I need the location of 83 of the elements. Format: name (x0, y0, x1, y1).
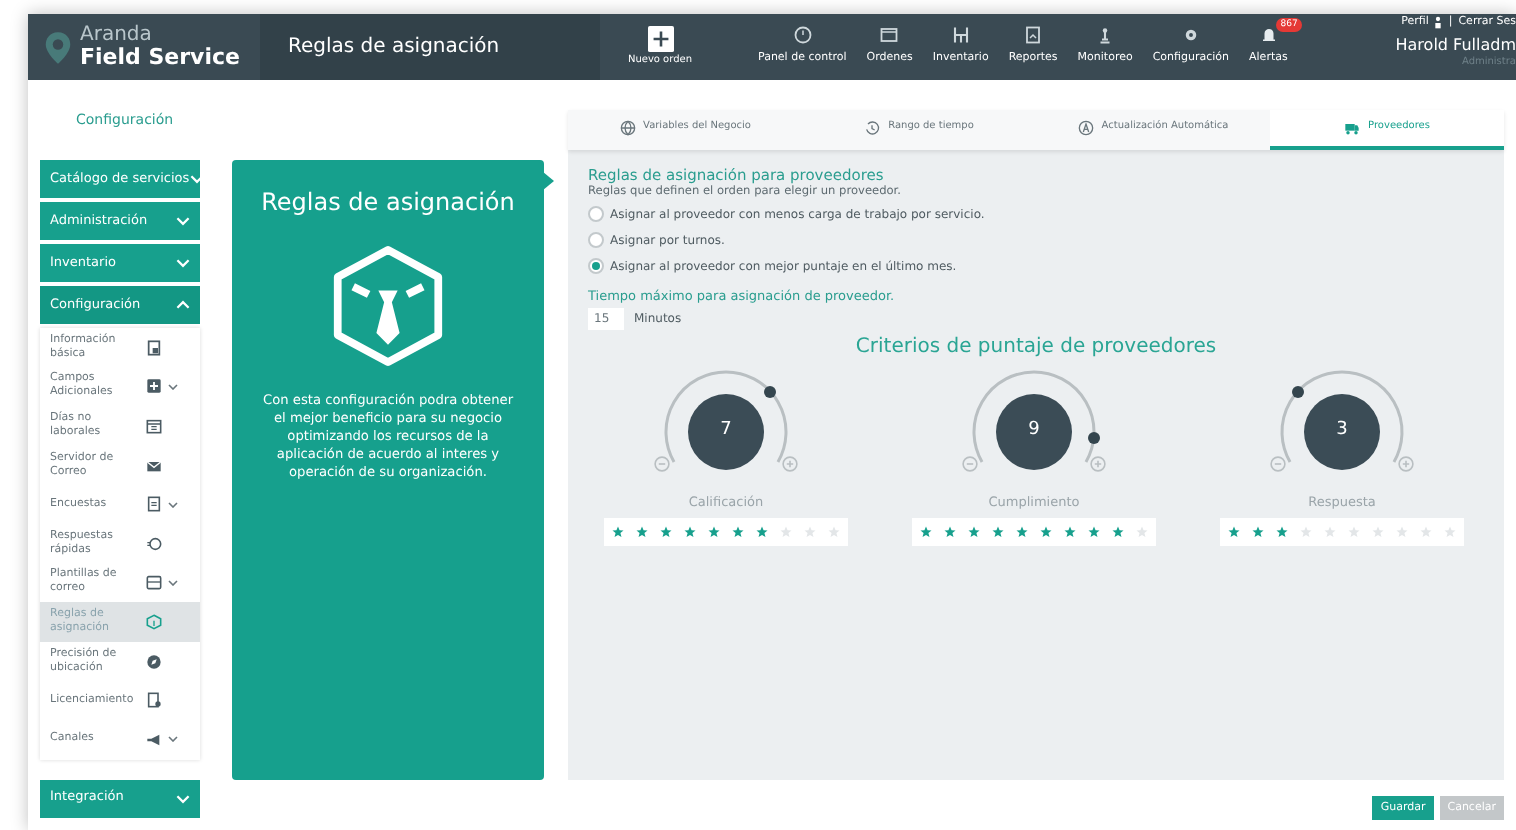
star-icon (1228, 525, 1240, 538)
star-icon (1396, 525, 1408, 538)
star-icon (1064, 525, 1076, 538)
criteria-title: Criterios de puntaje de proveedores (853, 334, 1219, 362)
dial-thumb[interactable] (764, 385, 777, 398)
license-icon (146, 692, 162, 709)
star-icon (780, 525, 792, 538)
expand-icon (189, 174, 204, 184)
star-icon (1040, 525, 1052, 538)
star-rating[interactable] (1220, 517, 1464, 546)
dial-thumb[interactable] (1291, 385, 1304, 398)
star-icon (1276, 525, 1288, 538)
star-icon (944, 525, 956, 538)
radio-button[interactable] (588, 258, 604, 274)
radio-button[interactable] (588, 232, 604, 248)
star-icon (1136, 525, 1148, 538)
envelope-icon (146, 457, 162, 474)
auto-icon (1077, 120, 1094, 136)
calendar-icon (146, 417, 162, 434)
document-icon (146, 339, 162, 356)
user-name: Harold Fulladm (1395, 38, 1516, 54)
minus-icon[interactable] (1270, 456, 1286, 472)
star-icon (756, 525, 768, 538)
dial-value: 9 (996, 394, 1072, 470)
history-icon (864, 120, 881, 136)
truck-icon (1344, 120, 1361, 136)
collapse-icon (176, 300, 190, 310)
antenna-icon (1096, 26, 1115, 45)
star-icon (920, 525, 932, 538)
star-rating[interactable] (604, 517, 848, 546)
star-icon (708, 525, 720, 538)
add-box-icon (146, 378, 162, 395)
document-icon (1024, 26, 1043, 45)
radio-button[interactable] (588, 206, 604, 222)
star-icon (1444, 525, 1456, 538)
compass-icon (146, 653, 162, 670)
window-icon (880, 26, 899, 45)
star-icon (1372, 525, 1384, 538)
star-icon (992, 525, 1004, 538)
expand-icon (176, 793, 190, 804)
star-rating[interactable] (912, 517, 1156, 546)
star-icon (828, 525, 840, 538)
settings-icon (1181, 26, 1200, 45)
expand-icon (176, 258, 190, 268)
panel-title: Reglas de asignación (261, 186, 515, 220)
globe-icon (619, 120, 636, 136)
star-icon (1252, 525, 1264, 538)
dial-thumb[interactable] (1087, 432, 1100, 445)
logo-text: Field Service (80, 46, 240, 68)
plus-icon (647, 25, 673, 52)
plus-icon[interactable] (1090, 456, 1106, 472)
logo-text: Aranda (80, 26, 154, 46)
star-icon (636, 525, 648, 538)
star-icon (1112, 525, 1124, 538)
location-pin-icon (44, 29, 72, 65)
minus-icon[interactable] (654, 456, 670, 472)
star-icon (1348, 525, 1360, 538)
hierarchy-icon (951, 26, 970, 45)
star-icon (660, 525, 672, 538)
star-icon (968, 525, 980, 538)
gauge-icon (793, 26, 812, 45)
star-icon (1420, 525, 1432, 538)
star-icon (612, 525, 624, 538)
star-icon (1300, 525, 1312, 538)
form-icon (146, 496, 162, 513)
star-icon (684, 525, 696, 538)
bell-icon (1259, 26, 1278, 45)
expand-icon (176, 216, 190, 226)
plus-icon[interactable] (782, 456, 798, 472)
page-title: Reglas de asignación (288, 34, 500, 62)
cube-tie-icon (330, 244, 446, 368)
star-icon (732, 525, 744, 538)
star-icon (1016, 525, 1028, 538)
megaphone-icon (146, 731, 162, 748)
minus-icon[interactable] (962, 456, 978, 472)
plus-icon[interactable] (1398, 456, 1414, 472)
star-icon (1088, 525, 1100, 538)
cube-icon (146, 613, 162, 630)
dial-value: 3 (1304, 394, 1380, 470)
person-icon (1434, 16, 1443, 30)
star-icon (1324, 525, 1336, 538)
dial-value: 7 (688, 394, 764, 470)
star-icon (804, 525, 816, 538)
